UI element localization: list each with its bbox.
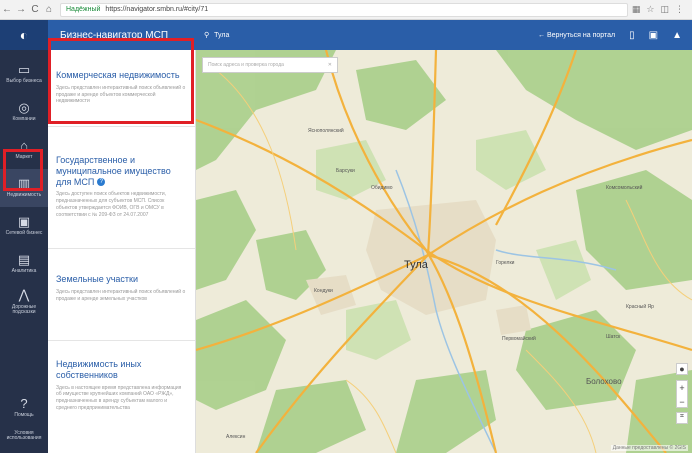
place-label: Яснополянский bbox=[308, 128, 344, 134]
phone-icon[interactable]: ▯ bbox=[629, 30, 635, 41]
chat-icon[interactable]: ▣ bbox=[649, 30, 658, 41]
reload-icon[interactable]: C bbox=[28, 4, 42, 15]
card-title-text: Государственное и муниципальное имуществ… bbox=[56, 155, 171, 187]
road-icon: ⋀ bbox=[18, 287, 30, 303]
sidebar-item-label: Компании bbox=[12, 116, 36, 123]
place-label: Обидимо bbox=[371, 185, 393, 191]
highlight-box-sidebar bbox=[3, 149, 43, 191]
star-icon[interactable]: ☆ bbox=[646, 4, 654, 15]
sidebar: ▭ Выбор бизнеса ◎ Компании ⌂ Маркет ▥ Не… bbox=[0, 50, 48, 453]
briefcase-icon: ▭ bbox=[17, 62, 31, 78]
place-label: Болохово bbox=[586, 377, 622, 386]
highlight-box-card bbox=[48, 38, 194, 124]
back-to-portal-link[interactable]: ← Вернуться на портал bbox=[538, 32, 615, 39]
card-title[interactable]: Недвижимость иных собственников bbox=[56, 359, 187, 381]
logo-icon[interactable]: ◐ bbox=[0, 20, 48, 50]
map-view[interactable]: Поиск адреса и проверка города ✕ Тула Яс… bbox=[196, 50, 692, 453]
search-placeholder: Поиск адреса и проверка города bbox=[208, 62, 284, 68]
network-icon: ▣ bbox=[17, 214, 31, 230]
secure-label: Надёжный bbox=[66, 6, 101, 13]
sidebar-item-label: Условия использования bbox=[6, 429, 42, 441]
location-pin-icon[interactable]: ⚲ bbox=[204, 31, 209, 39]
place-label: Барсуки bbox=[336, 168, 355, 174]
ruler-icon[interactable]: ⌗ bbox=[676, 412, 688, 424]
place-label: Красный Яр bbox=[626, 304, 654, 310]
close-icon[interactable]: ✕ bbox=[328, 62, 332, 68]
back-icon[interactable]: ← bbox=[0, 4, 14, 15]
user-icon[interactable]: ▲ bbox=[672, 30, 682, 41]
help-icon: ? bbox=[20, 396, 28, 412]
sidebar-item-roads[interactable]: ⋀ Дорожные подсказки bbox=[0, 283, 48, 321]
menu-icon[interactable]: ⋮ bbox=[675, 4, 684, 15]
card-description: Здесь доступен поиск объектов недвижимос… bbox=[56, 191, 167, 218]
sidebar-item-label: Аналитика bbox=[11, 268, 37, 275]
address-bar[interactable]: Надёжный https://navigator.smbn.ru/#city… bbox=[60, 2, 628, 17]
sidebar-item-label: Сетевой бизнес bbox=[5, 230, 43, 237]
place-label: Шатск bbox=[606, 334, 621, 340]
sidebar-item-network[interactable]: ▣ Сетевой бизнес bbox=[0, 207, 48, 245]
card-title[interactable]: Государственное и муниципальное имуществ… bbox=[56, 155, 187, 187]
home-icon[interactable]: ⌂ bbox=[42, 4, 56, 15]
card-description: Здесь в настоящее время представлена инф… bbox=[56, 384, 182, 411]
zoom-control[interactable]: + − bbox=[676, 380, 688, 408]
place-label: Горелки bbox=[496, 260, 515, 266]
qr-code-icon[interactable]: ▦ bbox=[632, 4, 641, 15]
zoom-out-button[interactable]: − bbox=[677, 395, 687, 409]
browser-toolbar: ← → C ⌂ Надёжный https://navigator.smbn.… bbox=[0, 0, 692, 20]
sidebar-item-label: Недвижимость bbox=[6, 192, 42, 199]
card-other-owners[interactable]: Недвижимость иных собственников Здесь в … bbox=[48, 341, 195, 412]
sidebar-item-terms[interactable]: Условия использования bbox=[0, 427, 48, 445]
map-canvas[interactable] bbox=[196, 50, 692, 453]
card-description: Здесь представлен интерактивный поиск об… bbox=[56, 288, 186, 302]
url-text: https://navigator.smbn.ru/#city/71 bbox=[105, 6, 209, 13]
sidebar-item-analytics[interactable]: ▤ Аналитика bbox=[0, 245, 48, 283]
sidebar-item-business[interactable]: ▭ Выбор бизнеса bbox=[0, 55, 48, 93]
info-icon[interactable]: ? bbox=[97, 178, 106, 187]
map-attribution[interactable]: Данные предоставлены © 2GIS bbox=[610, 445, 688, 451]
extension-icon[interactable]: ◫ bbox=[660, 4, 669, 15]
target-icon: ◎ bbox=[18, 100, 30, 116]
forward-icon[interactable]: → bbox=[14, 4, 28, 15]
card-state-property[interactable]: Государственное и муниципальное имуществ… bbox=[48, 127, 195, 249]
address-search-input[interactable]: Поиск адреса и проверка города ✕ bbox=[202, 57, 338, 73]
chart-icon: ▤ bbox=[17, 252, 31, 268]
zoom-in-button[interactable]: + bbox=[677, 381, 687, 395]
card-land-plots[interactable]: Земельные участки Здесь представлен инте… bbox=[48, 249, 195, 341]
sidebar-item-companies[interactable]: ◎ Компании bbox=[0, 93, 48, 131]
sidebar-item-label: Выбор бизнеса bbox=[6, 78, 42, 85]
place-label: Первомайский bbox=[502, 336, 536, 342]
location-label[interactable]: Тула bbox=[214, 32, 229, 39]
place-label: Комсомольский bbox=[606, 185, 643, 191]
city-label: Тула bbox=[404, 259, 428, 271]
sidebar-item-label: Дорожные подсказки bbox=[11, 303, 37, 316]
card-title[interactable]: Земельные участки bbox=[56, 274, 187, 285]
layers-icon[interactable]: ● bbox=[676, 363, 688, 375]
place-label: Кондуки bbox=[314, 288, 333, 294]
sidebar-item-help[interactable]: ? Помощь bbox=[0, 389, 48, 427]
sidebar-item-label: Помощь bbox=[14, 412, 34, 419]
place-label: Алексин bbox=[226, 434, 246, 440]
